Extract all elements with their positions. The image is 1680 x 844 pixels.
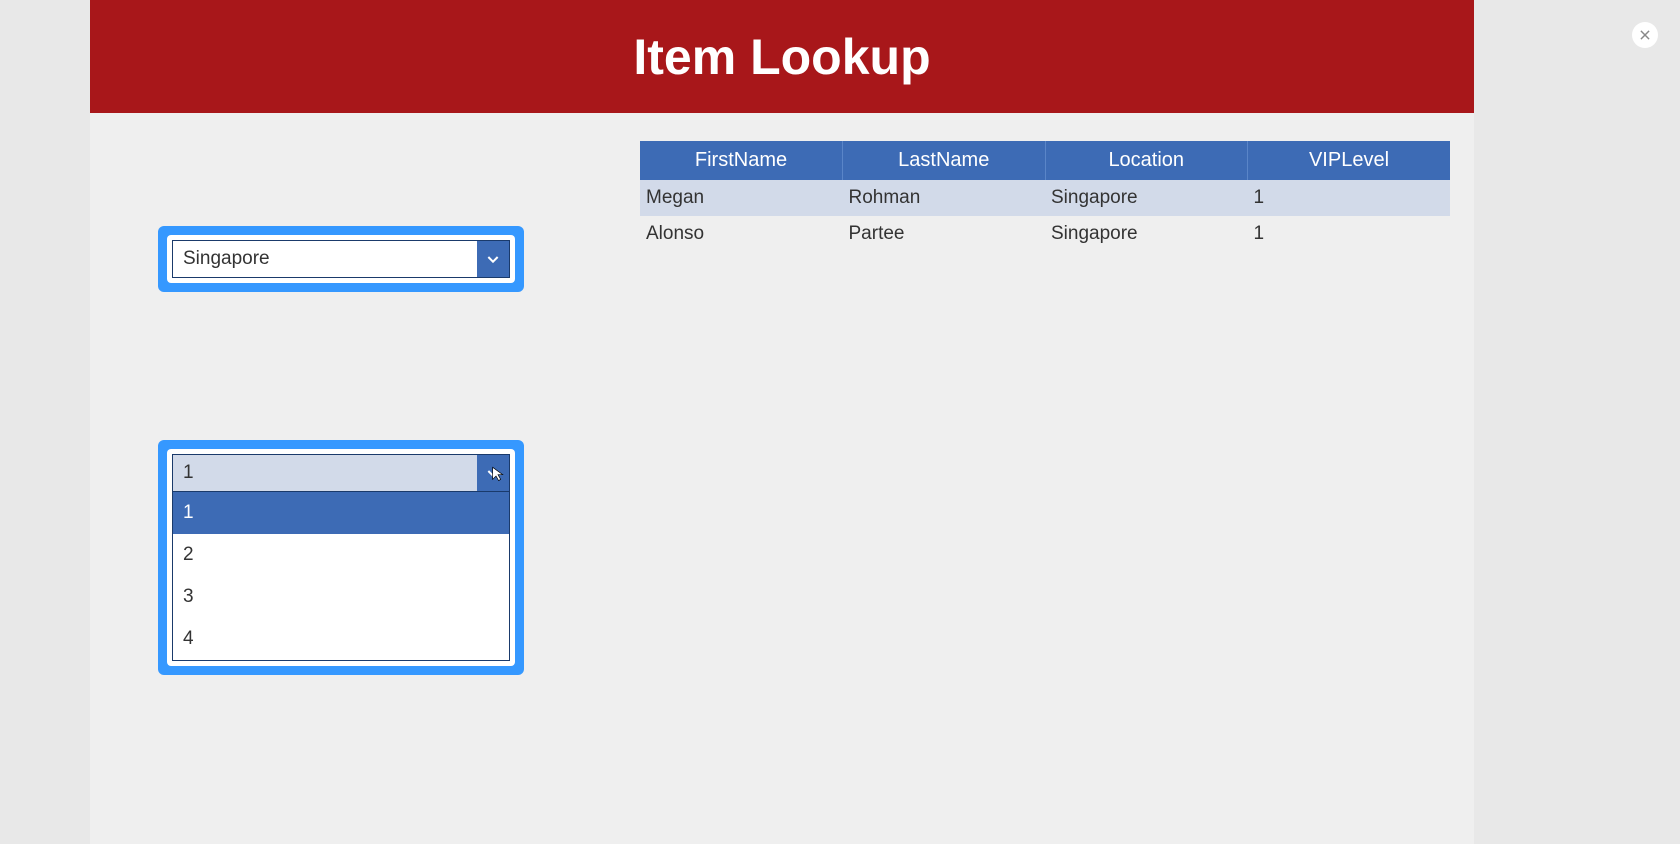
close-icon xyxy=(1638,28,1652,42)
cell-viplevel: 1 xyxy=(1248,216,1451,252)
cell-location: Singapore xyxy=(1045,216,1248,252)
location-dropdown[interactable]: Singapore xyxy=(172,240,510,278)
column-header-lastname[interactable]: LastName xyxy=(843,141,1046,180)
page-title: Item Lookup xyxy=(633,28,930,86)
table-row[interactable]: Alonso Partee Singapore 1 xyxy=(640,216,1450,252)
table-row[interactable]: Megan Rohman Singapore 1 xyxy=(640,180,1450,216)
viplevel-dropdown[interactable]: 1 xyxy=(172,454,510,492)
cell-location: Singapore xyxy=(1045,180,1248,216)
content-area: Singapore 1 xyxy=(90,113,1474,844)
cell-firstname: Megan xyxy=(640,180,843,216)
viplevel-dropdown-wrap: 1 1 2 3 4 xyxy=(167,449,515,666)
chevron-down-icon xyxy=(485,251,501,267)
viplevel-dropdown-options: 1 2 3 4 xyxy=(172,492,510,661)
location-dropdown-arrow[interactable] xyxy=(477,241,509,277)
location-dropdown-container: Singapore xyxy=(158,226,524,292)
viplevel-option-1[interactable]: 1 xyxy=(173,492,509,534)
chevron-down-icon xyxy=(485,465,501,481)
results-table: FirstName LastName Location VIPLevel Meg… xyxy=(640,141,1450,252)
cell-viplevel: 1 xyxy=(1248,180,1451,216)
table-header-row: FirstName LastName Location VIPLevel xyxy=(640,141,1450,180)
location-dropdown-value: Singapore xyxy=(173,241,477,277)
viplevel-option-2[interactable]: 2 xyxy=(173,534,509,576)
main-panel: Item Lookup Singapore 1 xyxy=(90,0,1474,844)
viplevel-dropdown-container: 1 1 2 3 4 xyxy=(158,440,524,675)
cell-firstname: Alonso xyxy=(640,216,843,252)
column-header-viplevel[interactable]: VIPLevel xyxy=(1248,141,1451,180)
cell-lastname: Partee xyxy=(843,216,1046,252)
header-bar: Item Lookup xyxy=(90,0,1474,113)
column-header-firstname[interactable]: FirstName xyxy=(640,141,843,180)
viplevel-option-4[interactable]: 4 xyxy=(173,618,509,660)
viplevel-dropdown-arrow[interactable] xyxy=(477,455,509,491)
cell-lastname: Rohman xyxy=(843,180,1046,216)
viplevel-dropdown-value: 1 xyxy=(173,455,477,491)
close-button[interactable] xyxy=(1632,22,1658,48)
column-header-location[interactable]: Location xyxy=(1045,141,1248,180)
viplevel-option-3[interactable]: 3 xyxy=(173,576,509,618)
location-dropdown-wrap: Singapore xyxy=(167,235,515,283)
